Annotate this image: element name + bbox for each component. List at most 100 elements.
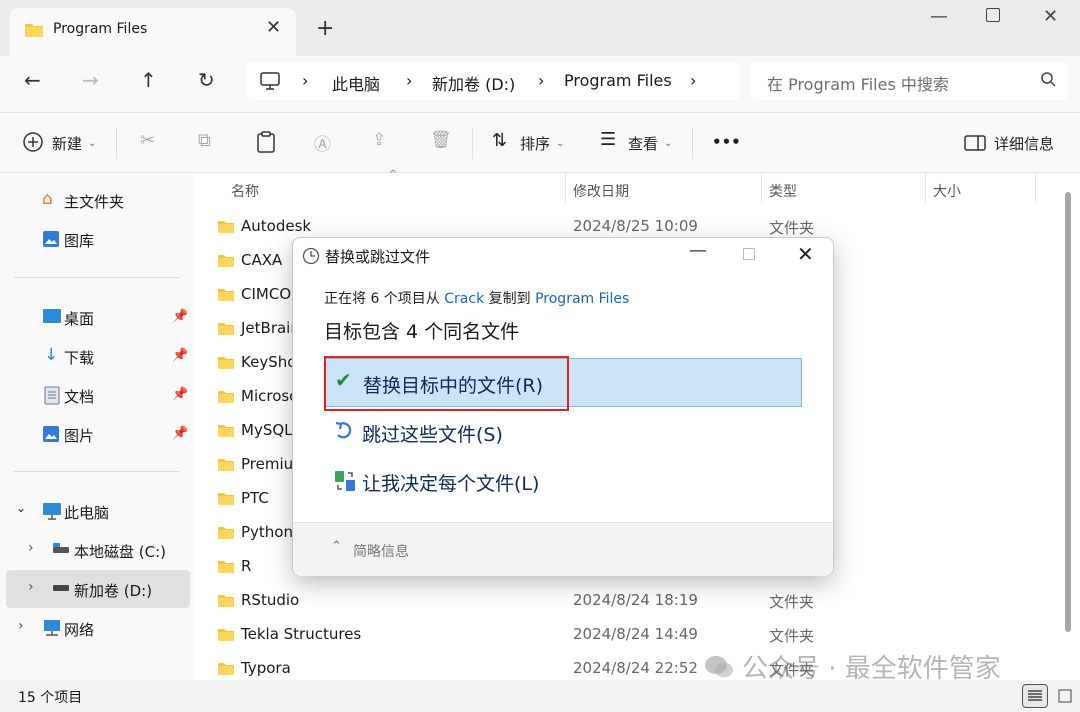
nav-item-this-pc[interactable]: ⌄ 此电脑 (0, 494, 193, 528)
cut-icon[interactable]: ✂ (140, 130, 155, 151)
nav-item-label: 下载 (64, 349, 95, 367)
close-icon[interactable]: ✕ (266, 17, 281, 38)
copy-progress-message: 正在将 6 个项目从 Crack 复制到 Program Files (324, 288, 629, 308)
table-row[interactable]: Tekla Structures 2024/8/24 14:49 文件夹 (193, 618, 1033, 652)
new-button[interactable]: 新建 (52, 133, 82, 154)
sort-button[interactable]: 排序 (520, 133, 550, 154)
navigation-pane: ⌂ 主文件夹 图库 桌面 📌 ↓ 下载 📌 文档 📌 图片 📌 ⌄ 此电脑 › … (0, 173, 193, 681)
destination-link[interactable]: Program Files (535, 291, 629, 307)
option-label: 让我决定每个文件(L) (362, 473, 540, 495)
column-header-modified[interactable]: 修改日期 (573, 181, 629, 201)
dialog-heading: 目标包含 4 个同名文件 (324, 321, 520, 343)
computer-icon (260, 72, 280, 90)
file-name: KeySho (241, 353, 297, 371)
column-header-name[interactable]: 名称 (231, 181, 259, 201)
command-bar: 新建 ⌄ ✂ ⧉ Ⓐ ⇪ 🗑 ⇅ 排序 ⌄ ☰ 查看 ⌄ ••• 详细信息 (0, 112, 1080, 172)
pin-icon: 📌 (172, 387, 189, 402)
details-pane-icon (964, 135, 986, 151)
nav-item-network[interactable]: › 网络 (0, 611, 193, 645)
forward-icon[interactable]: → (82, 68, 99, 92)
folder-icon (218, 459, 234, 471)
chevron-right-icon[interactable]: › (690, 71, 696, 90)
folder-icon (218, 663, 234, 675)
pin-icon: 📌 (172, 348, 189, 363)
chevron-right-icon: › (406, 71, 413, 90)
drive-icon (53, 543, 69, 553)
file-modified-date: 2024/8/24 14:49 (573, 625, 698, 643)
close-window-icon[interactable]: ✕ (1043, 6, 1058, 27)
sort-icon: ⇅ (492, 130, 508, 151)
folder-icon (25, 24, 43, 37)
breadcrumb-program-files[interactable]: Program Files (564, 71, 672, 90)
pictures-icon (43, 426, 59, 442)
minimize-icon[interactable]: — (689, 240, 707, 261)
nav-item-label: 文档 (64, 388, 95, 406)
column-header-type[interactable]: 类型 (769, 181, 797, 201)
file-type: 文件夹 (769, 593, 815, 611)
tab-program-files[interactable]: Program Files ✕ (10, 8, 296, 56)
toolbar-divider (472, 127, 473, 159)
maximize-icon[interactable] (986, 8, 1000, 22)
toolbar-divider (116, 127, 117, 159)
details-view-button[interactable] (1022, 684, 1048, 708)
chevron-right-icon[interactable]: › (28, 540, 34, 556)
nav-item-downloads[interactable]: ↓ 下载 📌 (0, 339, 193, 373)
chevron-down-icon: ⌄ (664, 138, 673, 149)
new-tab-icon[interactable]: + (316, 16, 334, 41)
tiles-view-button[interactable] (1052, 684, 1078, 708)
nav-item-documents[interactable]: 文档 📌 (0, 378, 193, 412)
chevron-down-icon[interactable]: ⌄ (16, 501, 26, 515)
dialog-footer[interactable]: ⌃ 简略信息 (293, 523, 833, 576)
fewer-details-toggle[interactable]: 简略信息 (353, 541, 409, 561)
skip-files-option[interactable]: 跳过这些文件(S) (324, 408, 802, 457)
minimize-icon[interactable]: — (930, 6, 948, 27)
folder-icon (218, 561, 234, 573)
drive-icon (53, 585, 69, 591)
nav-item-pictures[interactable]: 图片 📌 (0, 417, 193, 451)
folder-icon (218, 493, 234, 505)
download-icon: ↓ (44, 345, 59, 365)
table-row[interactable]: RStudio 2024/8/24 18:19 文件夹 (193, 584, 1033, 618)
refresh-icon[interactable]: ↻ (198, 68, 215, 92)
maximize-icon[interactable] (743, 248, 755, 260)
nav-item-home[interactable]: ⌂ 主文件夹 (0, 183, 193, 217)
chevron-right-icon[interactable]: › (18, 618, 24, 634)
address-bar[interactable]: › 此电脑 › 新加卷 (D:) › Program Files › (246, 62, 740, 100)
column-header-size[interactable]: 大小 (933, 181, 961, 201)
file-name: R (241, 557, 252, 575)
clock-icon (302, 247, 320, 265)
column-divider (925, 173, 926, 203)
message-text: 正在将 6 个项目从 (324, 291, 440, 307)
file-name: RStudio (241, 591, 300, 609)
up-icon[interactable]: ↑ (140, 68, 157, 92)
chevron-right-icon[interactable]: › (28, 579, 34, 595)
delete-icon[interactable]: 🗑 (430, 130, 452, 150)
close-icon[interactable]: ✕ (797, 242, 814, 266)
desktop-icon (43, 309, 61, 323)
rename-icon[interactable]: Ⓐ (314, 130, 331, 155)
search-input[interactable]: 在 Program Files 中搜索 (750, 62, 1068, 100)
breadcrumb-this-pc[interactable]: 此电脑 (332, 71, 380, 95)
chevron-up-icon: ⌃ (331, 539, 342, 554)
decide-each-file-option[interactable]: 让我决定每个文件(L) (324, 457, 802, 506)
file-modified-date: 2024/8/25 10:09 (573, 217, 698, 235)
scrollbar-thumb[interactable] (1065, 192, 1071, 632)
nav-item-volume-d[interactable]: › 新加卷 (D:) (6, 570, 190, 608)
share-icon[interactable]: ⇪ (372, 130, 386, 150)
more-button[interactable]: ••• (712, 133, 741, 151)
nav-item-local-c[interactable]: › 本地磁盘 (C:) (0, 533, 193, 567)
message-text: 复制到 (488, 291, 531, 307)
source-link[interactable]: Crack (444, 291, 484, 307)
nav-item-desktop[interactable]: 桌面 📌 (0, 300, 193, 334)
view-button[interactable]: 查看 (628, 133, 658, 154)
add-icon (23, 132, 43, 152)
paste-icon[interactable] (256, 131, 276, 153)
vertical-scrollbar[interactable] (1062, 192, 1074, 632)
details-button[interactable]: 详细信息 (994, 133, 1054, 154)
copy-icon[interactable]: ⧉ (198, 130, 211, 151)
file-name: Microso (241, 387, 299, 405)
back-icon[interactable]: ← (24, 68, 41, 92)
breadcrumb-volume-d[interactable]: 新加卷 (D:) (432, 71, 515, 95)
nav-item-gallery[interactable]: 图库 (0, 222, 193, 256)
skip-icon (335, 421, 352, 439)
